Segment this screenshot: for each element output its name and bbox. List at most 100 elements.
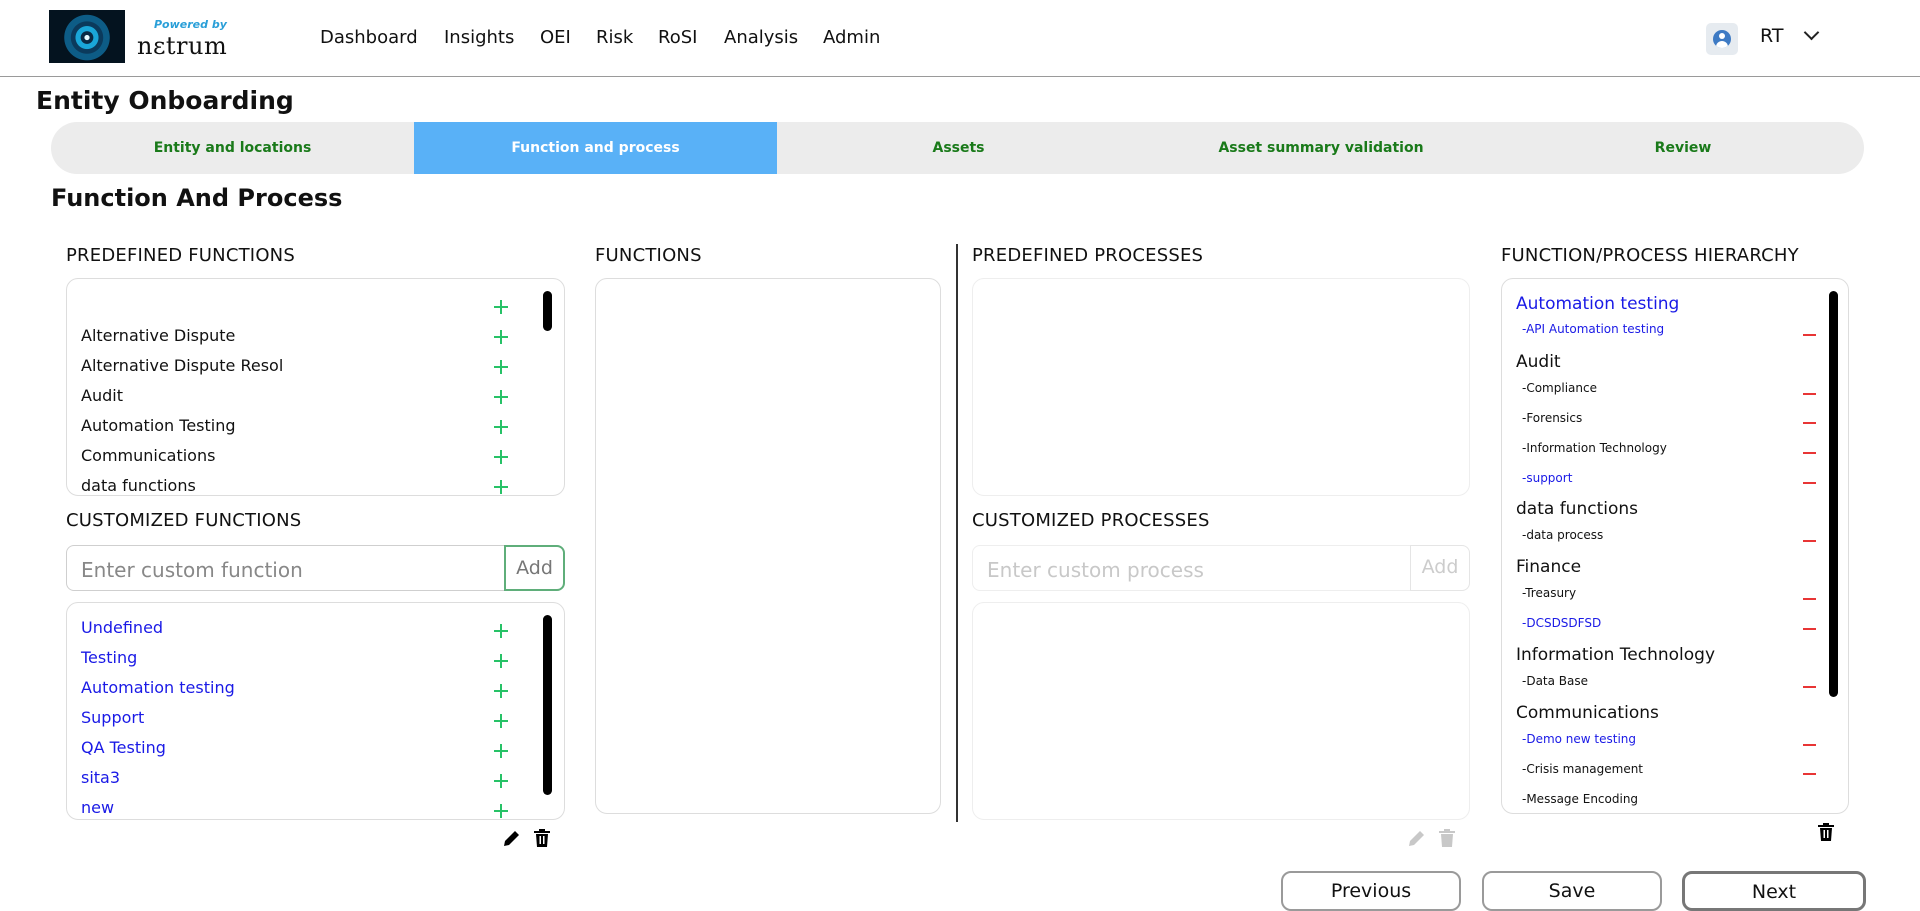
add-icon[interactable]	[494, 774, 508, 788]
top-bar: Powered by nɛtrum Dashboard Insights OEI…	[0, 0, 1920, 77]
add-function-button[interactable]: Add	[504, 545, 565, 591]
remove-icon[interactable]	[1803, 773, 1816, 775]
step-function-and-process[interactable]: Function and process	[414, 122, 777, 174]
add-icon[interactable]	[494, 480, 508, 494]
remove-icon[interactable]	[1803, 334, 1816, 336]
user-avatar-icon[interactable]	[1706, 23, 1738, 55]
hierarchy-child: -Data Base	[1522, 674, 1589, 688]
step-asset-summary-validation[interactable]: Asset summary validation	[1140, 122, 1502, 174]
next-button[interactable]: Next	[1682, 871, 1866, 911]
list-item[interactable]: Support	[81, 708, 144, 727]
save-button[interactable]: Save	[1482, 871, 1662, 911]
hierarchy-child: -Message Encoding	[1522, 792, 1639, 806]
hierarchy-child: -Demo new testing	[1522, 732, 1637, 746]
trash-icon[interactable]	[1818, 823, 1834, 841]
hierarchy-list[interactable]: Automation testing -API Automation testi…	[1501, 278, 1849, 814]
hierarchy-child: -API Automation testing	[1522, 322, 1665, 336]
add-icon[interactable]	[494, 744, 508, 758]
logo-eye-image	[49, 10, 125, 63]
remove-icon[interactable]	[1803, 482, 1816, 484]
add-process-button[interactable]: Add	[1410, 545, 1470, 591]
scrollbar[interactable]	[543, 291, 552, 331]
predefined-processes-list[interactable]	[972, 278, 1470, 496]
edit-icon[interactable]	[502, 828, 522, 848]
nav-admin[interactable]: Admin	[823, 27, 880, 48]
add-icon[interactable]	[494, 624, 508, 638]
add-icon[interactable]	[494, 684, 508, 698]
list-item[interactable]: QA Testing	[81, 738, 166, 757]
list-item[interactable]: Alternative Dispute	[81, 326, 235, 345]
scrollbar[interactable]	[1829, 291, 1838, 697]
onboarding-stepper: Entity and locations Function and proces…	[51, 122, 1864, 174]
add-icon[interactable]	[494, 450, 508, 464]
trash-icon[interactable]	[534, 829, 550, 847]
remove-icon[interactable]	[1803, 452, 1816, 454]
list-item[interactable]: sita3	[81, 768, 120, 787]
hierarchy-group-name: Automation testing	[1516, 294, 1680, 314]
hierarchy-group-name: data functions	[1516, 499, 1638, 519]
list-item[interactable]: Communications	[81, 446, 215, 465]
hierarchy-group-name: Finance	[1516, 557, 1582, 577]
step-assets[interactable]: Assets	[777, 122, 1140, 174]
hierarchy-group-name: Communications	[1516, 703, 1659, 723]
nav-insights[interactable]: Insights	[444, 27, 514, 48]
hierarchy-heading: FUNCTION/PROCESS HIERARCHY	[1501, 245, 1799, 266]
nav-oei[interactable]: OEI	[540, 27, 571, 48]
hierarchy-group-name: Audit	[1516, 352, 1561, 372]
hierarchy-child: -support	[1522, 471, 1573, 485]
customized-functions-list[interactable]: Undefined Testing Automation testing Sup…	[66, 602, 565, 820]
hierarchy-child: -Treasury	[1522, 586, 1577, 600]
list-item[interactable]: data functions	[81, 476, 196, 495]
remove-icon[interactable]	[1803, 422, 1816, 424]
hierarchy-child: -Compliance	[1522, 381, 1597, 395]
chevron-down-icon[interactable]	[1803, 24, 1820, 41]
list-item[interactable]: new	[81, 798, 114, 817]
predefined-functions-list[interactable]: Alternative Dispute Alternative Dispute …	[66, 278, 565, 496]
powered-by-text: Powered by	[154, 18, 227, 31]
hierarchy-child: -Crisis management	[1522, 762, 1644, 776]
step-review[interactable]: Review	[1502, 122, 1864, 174]
remove-icon[interactable]	[1803, 598, 1816, 600]
remove-icon[interactable]	[1803, 744, 1816, 746]
add-icon[interactable]	[494, 330, 508, 344]
add-icon[interactable]	[494, 804, 508, 818]
custom-process-input[interactable]: Enter custom process	[972, 545, 1412, 591]
functions-heading: FUNCTIONS	[595, 245, 702, 266]
custom-function-input[interactable]: Enter custom function	[66, 545, 506, 591]
trash-icon[interactable]	[1439, 829, 1455, 847]
column-divider	[956, 244, 958, 822]
add-icon[interactable]	[494, 300, 508, 314]
add-icon[interactable]	[494, 420, 508, 434]
predefined-functions-heading: PREDEFINED FUNCTIONS	[66, 245, 295, 266]
user-initials[interactable]: RT	[1760, 25, 1783, 47]
remove-icon[interactable]	[1803, 393, 1816, 395]
list-item[interactable]: Audit	[81, 386, 123, 405]
list-item[interactable]: Automation Testing	[81, 416, 236, 435]
nav-risk[interactable]: Risk	[596, 27, 633, 48]
scrollbar[interactable]	[543, 615, 552, 795]
functions-list[interactable]	[595, 278, 941, 814]
nav-analysis[interactable]: Analysis	[724, 27, 798, 48]
brand-logo: nɛtrum	[137, 32, 228, 60]
nav-rosi[interactable]: RoSI	[658, 27, 697, 48]
remove-icon[interactable]	[1803, 628, 1816, 630]
predefined-processes-heading: PREDEFINED PROCESSES	[972, 245, 1204, 266]
step-entity-and-locations[interactable]: Entity and locations	[51, 122, 414, 174]
add-icon[interactable]	[494, 360, 508, 374]
hierarchy-group-name: Information Technology	[1516, 645, 1716, 665]
remove-icon[interactable]	[1803, 686, 1816, 688]
list-item[interactable]: Undefined	[81, 618, 163, 637]
list-item[interactable]: Alternative Dispute Resol	[81, 356, 283, 375]
add-icon[interactable]	[494, 714, 508, 728]
list-item[interactable]: Automation testing	[81, 678, 235, 697]
page-title: Entity Onboarding	[36, 86, 294, 115]
add-icon[interactable]	[494, 390, 508, 404]
section-title: Function And Process	[51, 184, 343, 212]
remove-icon[interactable]	[1803, 540, 1816, 542]
list-item[interactable]: Testing	[81, 648, 137, 667]
edit-icon[interactable]	[1407, 828, 1427, 848]
nav-dashboard[interactable]: Dashboard	[320, 27, 418, 48]
add-icon[interactable]	[494, 654, 508, 668]
previous-button[interactable]: Previous	[1281, 871, 1461, 911]
customized-processes-list[interactable]	[972, 602, 1470, 820]
